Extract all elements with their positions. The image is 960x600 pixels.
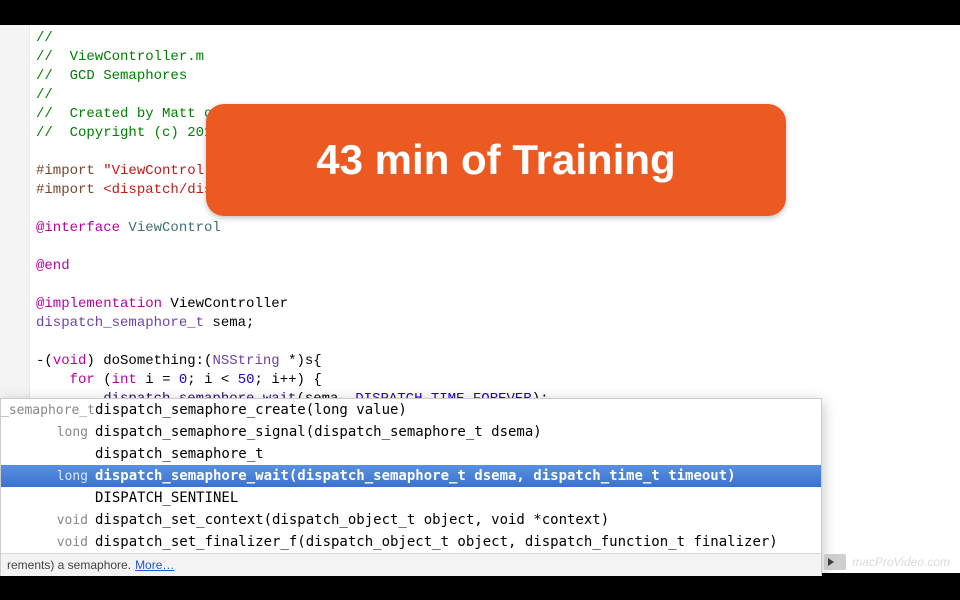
autocomplete-return-type: long (1, 466, 95, 488)
autocomplete-signature: dispatch_semaphore_signal(dispatch_semap… (95, 421, 821, 443)
method-sig: *)s{ (280, 353, 322, 369)
autocomplete-item[interactable]: longdispatch_semaphore_wait(dispatch_sem… (1, 465, 821, 487)
autocomplete-popup[interactable]: _semaphore_tdispatch_semaphore_create(lo… (0, 398, 822, 576)
autocomplete-signature: dispatch_semaphore_wait(dispatch_semapho… (95, 465, 821, 487)
import-target: "ViewControlle (103, 163, 221, 179)
number-literal: 50 (238, 372, 255, 388)
autocomplete-return-type: _semaphore_t (1, 400, 95, 422)
watermark-text: macProVideo.com (852, 555, 950, 569)
method-sig: ) doSomething:( (86, 353, 212, 369)
comment-line: // (36, 30, 53, 46)
import-directive: #import (36, 182, 103, 198)
autocomplete-list[interactable]: _semaphore_tdispatch_semaphore_create(lo… (1, 399, 821, 553)
autocomplete-item[interactable]: dispatch_semaphore_t (1, 443, 821, 465)
autocomplete-item[interactable]: _semaphore_tdispatch_semaphore_create(lo… (1, 399, 821, 421)
comment-line: // ViewController.m (36, 49, 204, 65)
autocomplete-signature: DISPATCH_SENTINEL (95, 487, 821, 509)
for-body: i = (137, 372, 179, 388)
class-name: ViewControl (120, 220, 221, 236)
paren: ( (95, 372, 112, 388)
import-directive: #import (36, 163, 103, 179)
autocomplete-more-link[interactable]: More… (135, 558, 174, 572)
autocomplete-return-type: void (1, 510, 95, 532)
comment-line: // GCD Semaphores (36, 68, 187, 84)
play-icon (824, 554, 846, 570)
watermark: macProVideo.com (824, 554, 950, 570)
for-body: ; i++) { (255, 372, 322, 388)
autocomplete-signature: dispatch_set_context(dispatch_object_t o… (95, 509, 821, 531)
interface-keyword: @interface (36, 220, 120, 236)
autocomplete-footer: rements) a semaphore. More… (1, 553, 821, 576)
autocomplete-signature: dispatch_semaphore_create(long value) (95, 399, 821, 421)
variable-decl: sema; (204, 315, 254, 331)
autocomplete-return-type: void (1, 532, 95, 553)
type-name: dispatch_semaphore_t (36, 315, 204, 331)
code-text[interactable]: // // ViewController.m // GCD Semaphores… (36, 29, 783, 447)
autocomplete-signature: dispatch_set_finalizer_f(dispatch_object… (95, 531, 821, 553)
nsstring-type: NSString (212, 353, 279, 369)
autocomplete-return-type: long (1, 422, 95, 444)
class-name: ViewController (162, 296, 288, 312)
training-banner: 43 min of Training (206, 104, 786, 216)
autocomplete-item[interactable]: longdispatch_semaphore_signal(dispatch_s… (1, 421, 821, 443)
int-keyword: int (112, 372, 137, 388)
implementation-keyword: @implementation (36, 296, 162, 312)
void-keyword: void (53, 353, 87, 369)
method-sig: -( (36, 353, 53, 369)
autocomplete-doc-snippet: rements) a semaphore. (7, 558, 131, 572)
autocomplete-item[interactable]: voiddispatch_set_finalizer_f(dispatch_ob… (1, 531, 821, 553)
import-target: <dispatch/disp (103, 182, 221, 198)
for-body: ; i < (187, 372, 237, 388)
autocomplete-item[interactable]: DISPATCH_SENTINEL (1, 487, 821, 509)
comment-line: // Copyright (c) 2013 (36, 125, 229, 141)
for-keyword: for (70, 372, 95, 388)
autocomplete-item[interactable]: voiddispatch_set_context(dispatch_object… (1, 509, 821, 531)
autocomplete-signature: dispatch_semaphore_t (95, 443, 821, 465)
end-keyword: @end (36, 258, 70, 274)
training-banner-text: 43 min of Training (316, 136, 675, 184)
comment-line: // (36, 87, 53, 103)
